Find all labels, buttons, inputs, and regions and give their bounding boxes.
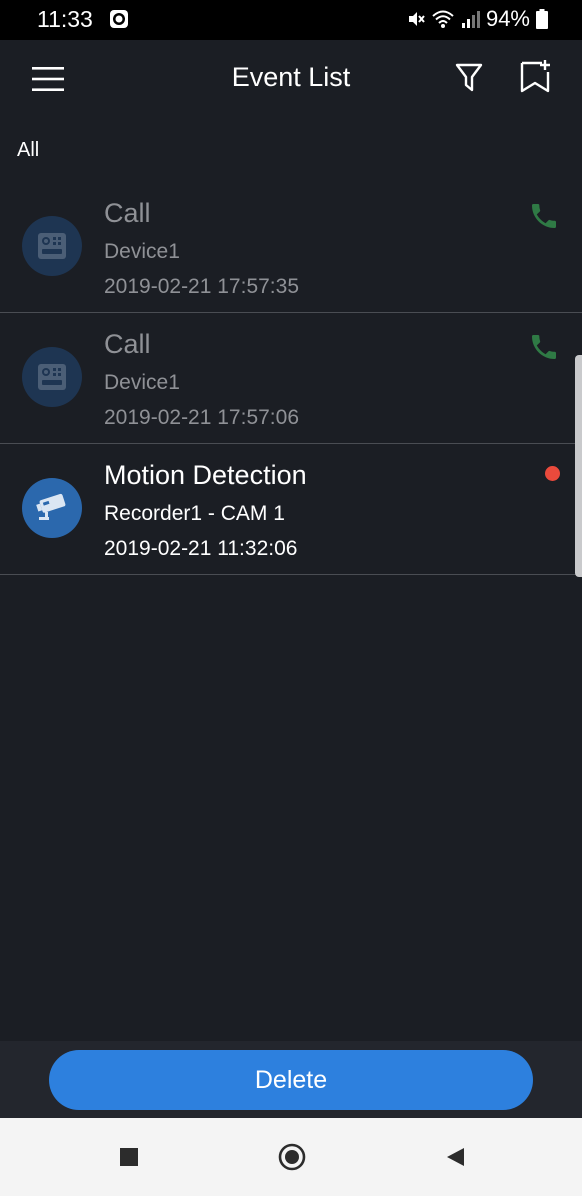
event-item[interactable]: Call Device1 2019-02-21 17:57:35	[0, 182, 582, 313]
event-avatar	[22, 478, 82, 538]
bottom-action-bar: Delete	[0, 1041, 582, 1118]
phone-icon	[532, 204, 556, 228]
phone-icon	[532, 335, 556, 359]
app-notification-icon	[110, 10, 128, 28]
bookmark-add-icon[interactable]	[518, 58, 552, 96]
event-device: Recorder1 - CAM 1	[104, 502, 285, 525]
signal-icon	[461, 11, 480, 28]
wifi-icon	[432, 10, 454, 28]
page-title: Event List	[231, 62, 351, 92]
status-bar: 11:33 94%	[0, 0, 582, 40]
home-icon[interactable]	[278, 1143, 306, 1171]
event-time: 2019-02-21 17:57:06	[104, 406, 299, 429]
event-item[interactable]: Call Device1 2019-02-21 17:57:06	[0, 313, 582, 444]
event-device: Device1	[104, 240, 180, 263]
unread-dot	[545, 466, 560, 481]
event-time: 2019-02-21 17:57:35	[104, 275, 299, 298]
app-bar: Event List	[0, 40, 582, 118]
intercom-icon	[38, 364, 66, 390]
event-device: Device1	[104, 371, 180, 394]
event-item[interactable]: Motion Detection Recorder1 - CAM 1 2019-…	[0, 444, 582, 575]
system-nav-bar	[0, 1118, 582, 1196]
status-indicators: 94%	[406, 6, 548, 32]
battery-icon	[536, 9, 548, 29]
battery-percent: 94%	[485, 6, 530, 31]
recents-icon[interactable]	[120, 1148, 138, 1166]
back-icon[interactable]	[444, 1146, 466, 1168]
event-title: Motion Detection	[104, 460, 307, 490]
filter-label[interactable]: All	[17, 139, 39, 162]
status-time: 11:33	[37, 6, 93, 32]
camera-icon	[36, 493, 66, 520]
event-avatar	[22, 347, 82, 407]
event-title: Call	[104, 198, 151, 228]
event-title: Call	[104, 329, 151, 359]
delete-button[interactable]: Delete	[49, 1050, 533, 1110]
mute-icon	[408, 12, 425, 26]
event-avatar	[22, 216, 82, 276]
scroll-handle[interactable]	[575, 355, 582, 577]
filter-icon[interactable]	[454, 60, 484, 96]
event-list: Call Device1 2019-02-21 17:57:35 Call De…	[0, 182, 582, 575]
intercom-icon	[38, 233, 66, 259]
event-time: 2019-02-21 11:32:06	[104, 537, 298, 560]
